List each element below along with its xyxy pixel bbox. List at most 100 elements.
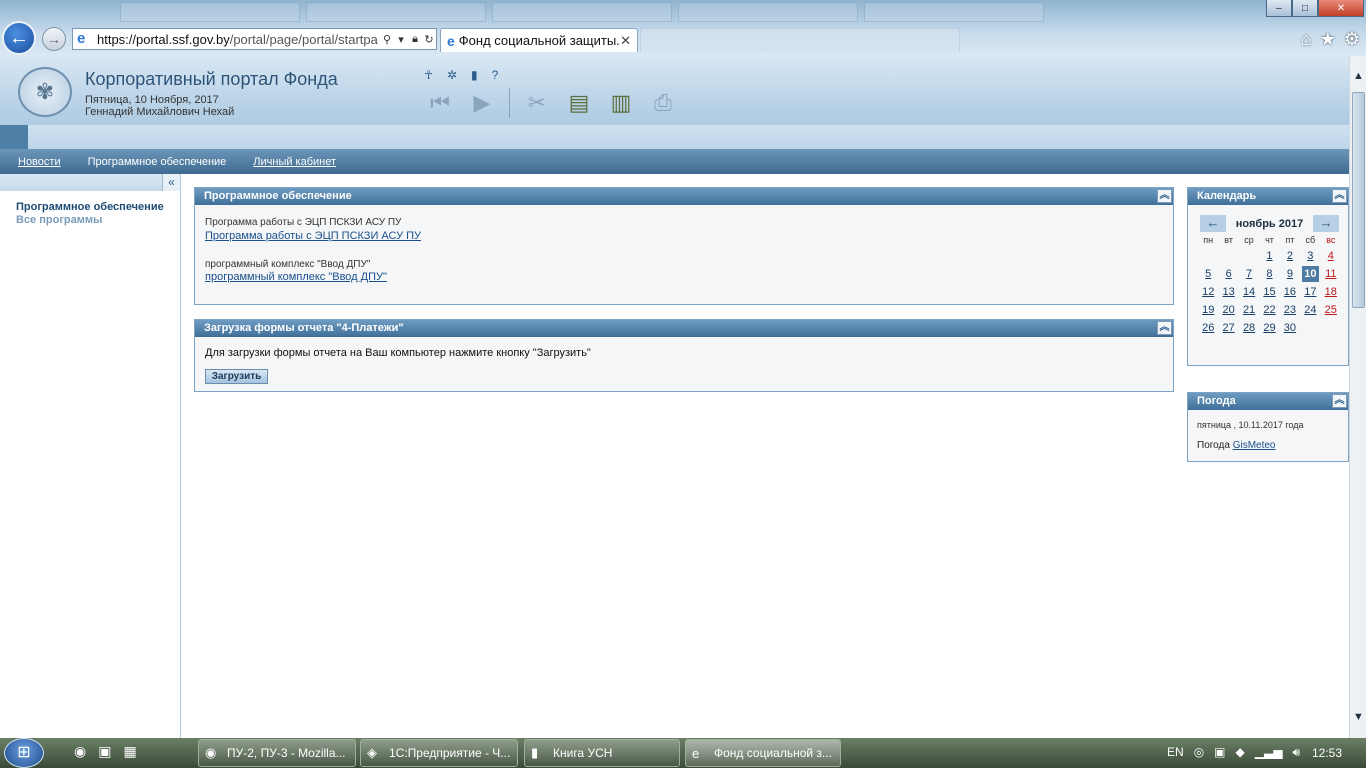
- close-window-button[interactable]: ✕: [1318, 0, 1364, 17]
- viber-icon[interactable]: ◎: [1194, 745, 1204, 760]
- nav-personal-cabinet[interactable]: Личный кабинет: [253, 156, 336, 168]
- lock-icon[interactable]: 🔒︎: [408, 33, 422, 46]
- rewind-icon[interactable]: ⏮: [425, 88, 455, 118]
- calendar-grid: пн вт ср чт пт сб вс 1 2 3 4 5 6 7 8 9 10 11 12 13 14 15 16 17 1…: [1198, 233, 1341, 337]
- calendar-day[interactable]: 4: [1321, 247, 1341, 265]
- documents-icon[interactable]: ▥: [606, 88, 636, 118]
- tray-app-icon-2[interactable]: ◆: [1236, 745, 1245, 760]
- calendar-day[interactable]: 12: [1198, 283, 1218, 301]
- document-icon[interactable]: ▤: [564, 88, 594, 118]
- software-caption-1: Программа работы с ЭЦП ПСКЗИ АСУ ПУ: [205, 217, 402, 228]
- calendar-day[interactable]: 14: [1239, 283, 1259, 301]
- calendar-day[interactable]: 18: [1321, 283, 1341, 301]
- calendar-day[interactable]: 11: [1321, 265, 1341, 283]
- collapse-portlet-icon[interactable]: ︽: [1157, 321, 1172, 335]
- calendar-day[interactable]: 15: [1259, 283, 1279, 301]
- exit-door-icon[interactable]: ▮: [471, 68, 478, 82]
- home-icon[interactable]: ⌂: [1301, 29, 1312, 50]
- search-icon[interactable]: ⚲: [380, 33, 394, 46]
- scroll-up-icon[interactable]: ▲: [1350, 68, 1366, 85]
- vertical-scrollbar[interactable]: ▲ ▼: [1349, 56, 1366, 738]
- printer-icon[interactable]: ⎙: [648, 88, 678, 118]
- calendar-day[interactable]: 5: [1198, 265, 1218, 283]
- calendar-day[interactable]: 27: [1218, 319, 1238, 337]
- close-tab-icon[interactable]: ✕: [620, 33, 631, 49]
- calendar-day[interactable]: 13: [1218, 283, 1238, 301]
- collapse-portlet-icon[interactable]: ︽: [1157, 189, 1172, 203]
- scroll-down-icon[interactable]: ▼: [1350, 709, 1366, 726]
- scroll-thumb[interactable]: [1352, 92, 1365, 308]
- forward-button[interactable]: →: [42, 27, 66, 51]
- task-1c[interactable]: ◈ 1С:Предприятие - Ч...: [360, 739, 518, 767]
- portal-title: Корпоративный портал Фонда: [85, 69, 338, 89]
- favorites-star-icon[interactable]: ★: [1320, 29, 1336, 50]
- calendar-day[interactable]: 29: [1259, 319, 1279, 337]
- language-indicator[interactable]: EN: [1167, 745, 1184, 760]
- address-bar[interactable]: e https://portal.ssf.gov.by/portal/page/…: [72, 28, 437, 50]
- calendar-day[interactable]: 23: [1280, 301, 1300, 319]
- calendar-day[interactable]: 19: [1198, 301, 1218, 319]
- settings-icon[interactable]: ✲: [447, 68, 457, 82]
- calendar-day[interactable]: 9: [1280, 265, 1300, 283]
- software-link-1[interactable]: Программа работы с ЭЦП ПСКЗИ АСУ ПУ: [205, 230, 421, 242]
- refresh-icon[interactable]: ↻: [422, 33, 436, 46]
- task-book-usn[interactable]: ▮ Книга УСН: [524, 739, 680, 767]
- browser-tab-active[interactable]: e Фонд социальной защиты... ✕: [440, 28, 638, 52]
- dropdown-icon[interactable]: ▾: [394, 33, 408, 46]
- download-button[interactable]: Загрузить: [205, 369, 268, 384]
- calendar-day[interactable]: 28: [1239, 319, 1259, 337]
- tray-app-icon[interactable]: ▣: [1214, 745, 1225, 760]
- collapse-sidebar-icon[interactable]: «: [162, 174, 180, 191]
- next-month-button[interactable]: →: [1312, 215, 1339, 232]
- left-sidebar: « Программное обеспечение Все программы: [0, 174, 181, 738]
- new-tab-area[interactable]: [640, 28, 960, 52]
- media-quick-icon[interactable]: ▦: [123, 743, 136, 760]
- address-url[interactable]: https://portal.ssf.gov.by/portal/page/po…: [97, 32, 380, 47]
- nav-news[interactable]: Новости: [18, 156, 61, 168]
- sidebar-item-software[interactable]: Программное обеспечение: [16, 201, 164, 213]
- maximize-button[interactable]: □: [1292, 0, 1318, 17]
- calendar-day[interactable]: 7: [1239, 265, 1259, 283]
- weekday-header: пн: [1203, 235, 1214, 245]
- network-icon[interactable]: ▁▃▅: [1255, 745, 1283, 760]
- upload-instructions: Для загрузки формы отчета на Ваш компьют…: [205, 347, 591, 359]
- calendar-day[interactable]: 30: [1280, 319, 1300, 337]
- software-link-2[interactable]: программный комплекс "Ввод ДПУ": [205, 271, 387, 283]
- calendar-day[interactable]: 2: [1280, 247, 1300, 265]
- task-label: Книга УСН: [553, 746, 613, 760]
- toolbar-separator: [509, 88, 510, 118]
- volume-icon[interactable]: 🔊︎: [1292, 745, 1300, 760]
- scissors-icon[interactable]: ✂: [522, 88, 552, 118]
- calendar-day[interactable]: 6: [1218, 265, 1238, 283]
- calendar-day[interactable]: 22: [1259, 301, 1279, 319]
- sidebar-item-all-programs[interactable]: Все программы: [16, 214, 102, 226]
- calendar-day[interactable]: 26: [1198, 319, 1218, 337]
- calendar-day[interactable]: 20: [1218, 301, 1238, 319]
- help-icon[interactable]: ?: [492, 68, 499, 82]
- calendar-day[interactable]: 17: [1300, 283, 1320, 301]
- calendar-day[interactable]: 1: [1259, 247, 1279, 265]
- clock[interactable]: 12:53: [1312, 746, 1342, 760]
- app-quick-icon[interactable]: ◉: [74, 743, 86, 760]
- back-button[interactable]: ←: [2, 21, 36, 55]
- person-icon[interactable]: ☥: [424, 68, 433, 82]
- calendar-day[interactable]: 8: [1259, 265, 1279, 283]
- calendar-day[interactable]: 16: [1280, 283, 1300, 301]
- nav-software[interactable]: Программное обеспечение: [88, 156, 227, 168]
- calendar-day[interactable]: 10: [1302, 266, 1319, 282]
- task-ie[interactable]: e Фонд социальной з...: [685, 739, 841, 767]
- prev-month-button[interactable]: ←: [1200, 215, 1226, 232]
- calendar-day[interactable]: 21: [1239, 301, 1259, 319]
- collapse-portlet-icon[interactable]: ︽: [1332, 394, 1347, 408]
- collapse-portlet-icon[interactable]: ︽: [1332, 189, 1347, 203]
- calendar-day[interactable]: 3: [1300, 247, 1320, 265]
- calendar-day[interactable]: 24: [1300, 301, 1320, 319]
- start-button[interactable]: ⊞: [4, 738, 44, 768]
- minimize-button[interactable]: –: [1266, 0, 1292, 17]
- settings-gear-icon[interactable]: ⚙: [1344, 29, 1360, 50]
- save-quick-icon[interactable]: ▣: [98, 743, 111, 760]
- gismeteo-link[interactable]: GisMeteo: [1233, 440, 1276, 451]
- task-firefox[interactable]: ◉ ПУ-2, ПУ-3 - Mozilla...: [198, 739, 356, 767]
- play-icon[interactable]: ▶: [467, 88, 497, 118]
- calendar-day[interactable]: 25: [1321, 301, 1341, 319]
